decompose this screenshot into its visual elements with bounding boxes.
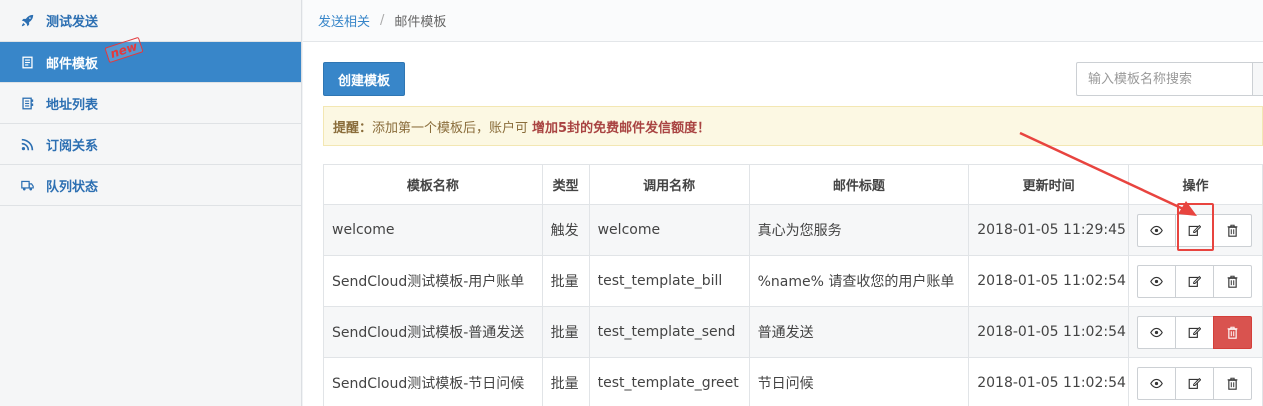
breadcrumb-separator: / — [380, 13, 385, 28]
address-book-icon — [20, 96, 34, 110]
sidebar-item-label: 邮件模板 — [46, 56, 99, 72]
sidebar-item-email-template[interactable]: 邮件模板 new — [0, 36, 301, 83]
cell-call-name: welcome — [588, 204, 750, 256]
table-row: SendCloud测试模板-节日问候 批量 test_template_greet 节… — [323, 357, 1263, 406]
table-row: SendCloud测试模板-用户账单 批量 test_template_bill %n… — [323, 255, 1263, 307]
search-button[interactable] — [1252, 63, 1263, 95]
header-type: 类型 — [541, 164, 590, 205]
cell-actions — [1128, 255, 1263, 307]
sidebar: 测试发送 邮件模板 new 地址列表 订阅关系 队列状态 — [0, 0, 302, 406]
edit-icon — [1188, 326, 1201, 339]
preview-button[interactable] — [1137, 264, 1176, 298]
cell-actions — [1128, 306, 1263, 358]
create-template-button[interactable]: 创建模板 — [323, 62, 405, 96]
edit-button[interactable] — [1175, 213, 1214, 247]
toolbar: 创建模板 — [323, 62, 1263, 96]
cell-type: 批量 — [541, 357, 590, 406]
main-content: 发送相关 / 邮件模板 创建模板 提醒： 添加第一个模板后，账户可 增加5封的免… — [303, 0, 1263, 406]
trash-icon — [1226, 326, 1239, 339]
cell-template-name: welcome — [323, 204, 543, 256]
delete-button[interactable] — [1213, 366, 1252, 400]
eye-icon — [1150, 326, 1163, 339]
sidebar-item-address-list[interactable]: 地址列表 — [0, 83, 301, 124]
cell-subject: 普通发送 — [748, 306, 970, 358]
cell-call-name: test_template_send — [588, 306, 750, 358]
sidebar-item-label: 订阅关系 — [46, 138, 99, 154]
rocket-icon — [20, 14, 34, 28]
table-row: SendCloud测试模板-普通发送 批量 test_template_send 普通… — [323, 306, 1263, 358]
cell-type: 批量 — [541, 306, 590, 358]
eye-icon — [1150, 377, 1163, 390]
trash-icon — [1226, 224, 1239, 237]
preview-button[interactable] — [1137, 315, 1176, 349]
action-button-group — [1137, 264, 1262, 298]
trash-icon — [1226, 275, 1239, 288]
cell-updated: 2018-01-05 11:02:54 — [968, 357, 1129, 406]
edit-button[interactable] — [1175, 264, 1214, 298]
preview-button[interactable] — [1137, 366, 1176, 400]
edit-button[interactable] — [1175, 366, 1214, 400]
table-header-row: 模板名称 类型 调用名称 邮件标题 更新时间 操作 — [323, 164, 1263, 205]
cell-type: 批量 — [541, 255, 590, 307]
table-row: welcome 触发 welcome 真心为您服务 2018-01-05 11:29:4… — [323, 204, 1263, 256]
edit-icon — [1188, 224, 1201, 237]
sidebar-item-label: 队列状态 — [46, 179, 99, 195]
breadcrumb: 发送相关 / 邮件模板 — [303, 0, 1263, 42]
cell-updated: 2018-01-05 11:02:54 — [968, 306, 1129, 358]
eye-icon — [1150, 224, 1163, 237]
header-updated: 更新时间 — [968, 164, 1129, 205]
action-button-group — [1137, 366, 1262, 400]
cell-subject: 节日问候 — [748, 357, 970, 406]
alert-tip: 提醒： 添加第一个模板后，账户可 增加5封的免费邮件发信额度！ — [323, 106, 1263, 146]
trash-icon — [1226, 377, 1239, 390]
cell-template-name: SendCloud测试模板-节日问候 — [323, 357, 543, 406]
cell-actions — [1128, 357, 1263, 406]
delete-button[interactable] — [1213, 264, 1252, 298]
cell-subject: %name% 请查收您的用户账单 — [748, 255, 970, 307]
cell-updated: 2018-01-05 11:29:45 — [968, 204, 1129, 256]
alert-highlight: 增加5封的免费邮件发信额度！ — [532, 120, 711, 136]
cell-call-name: test_template_greet — [588, 357, 750, 406]
cell-template-name: SendCloud测试模板-普通发送 — [323, 306, 543, 358]
delete-button[interactable] — [1213, 213, 1252, 247]
edit-icon — [1188, 275, 1201, 288]
sidebar-item-label: 地址列表 — [46, 97, 99, 113]
action-button-group — [1137, 315, 1262, 349]
breadcrumb-current: 邮件模板 — [394, 15, 447, 30]
cell-template-name: SendCloud测试模板-用户账单 — [323, 255, 543, 307]
alert-title: 提醒： — [333, 120, 373, 136]
cell-type: 触发 — [541, 204, 590, 256]
delete-button[interactable] — [1213, 315, 1252, 349]
template-table: 模板名称 类型 调用名称 邮件标题 更新时间 操作 welcome 触发 welco… — [323, 164, 1263, 406]
document-icon — [20, 55, 34, 69]
sidebar-item-label: 测试发送 — [46, 15, 99, 30]
edit-icon — [1188, 377, 1201, 390]
sidebar-item-subscription[interactable]: 订阅关系 — [0, 124, 301, 165]
cell-actions — [1128, 204, 1263, 256]
sidebar-item-queue-status[interactable]: 队列状态 — [0, 165, 301, 206]
header-call-name: 调用名称 — [588, 164, 750, 205]
header-template-name: 模板名称 — [323, 164, 543, 205]
search-box — [1076, 62, 1263, 96]
search-input[interactable] — [1077, 63, 1253, 95]
header-subject: 邮件标题 — [748, 164, 970, 205]
sidebar-item-test-send[interactable]: 测试发送 — [0, 0, 301, 42]
truck-icon — [20, 178, 34, 192]
breadcrumb-parent-link[interactable]: 发送相关 — [318, 11, 370, 30]
cell-subject: 真心为您服务 — [748, 204, 970, 256]
action-button-group — [1137, 213, 1262, 247]
preview-button[interactable] — [1137, 213, 1176, 247]
alert-text: 添加第一个模板后，账户可 — [372, 120, 529, 136]
rss-icon — [20, 137, 34, 151]
cell-call-name: test_template_bill — [588, 255, 750, 307]
cell-updated: 2018-01-05 11:02:54 — [968, 255, 1129, 307]
header-actions: 操作 — [1128, 164, 1263, 205]
eye-icon — [1150, 275, 1163, 288]
edit-button[interactable] — [1175, 315, 1214, 349]
